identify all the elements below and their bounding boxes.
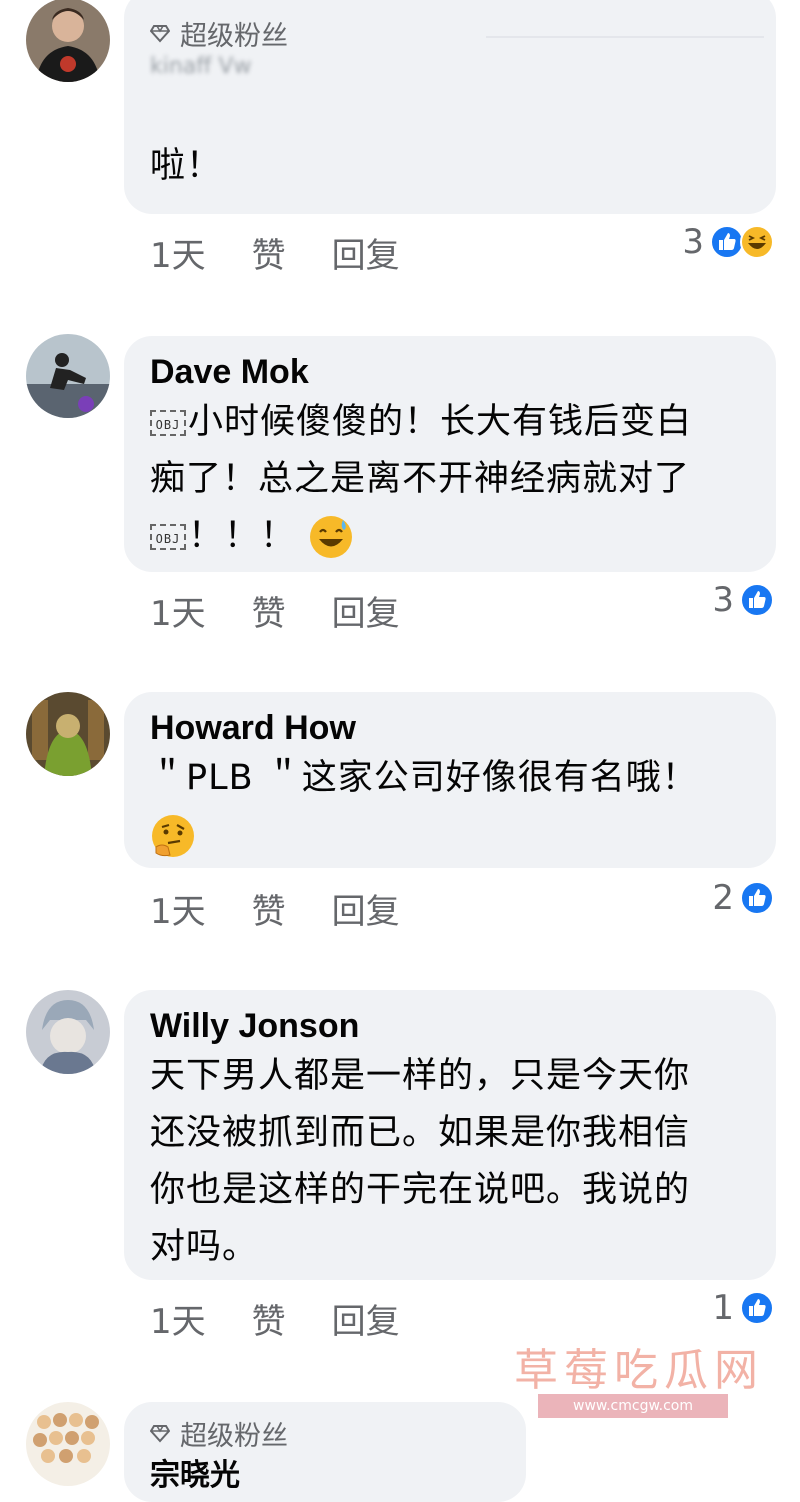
like-button[interactable]: 赞 <box>252 884 286 933</box>
divider <box>486 36 764 38</box>
comment-line: ＂PLB ＂这家公司好像很有名哦！ <box>150 758 698 798</box>
reaction-count: 3 <box>712 580 734 620</box>
like-icon <box>740 1291 774 1325</box>
comment-line: 对吗。 <box>150 1227 259 1267</box>
commenter-name[interactable]: Howard How <box>150 706 750 750</box>
commenter-name[interactable]: Willy Jonson <box>150 1004 750 1048</box>
haha-icon <box>740 225 774 259</box>
comment-bubble: 超级粉丝 kinaff Vw 啦！ <box>124 0 776 214</box>
comment-line: 还没被抓到而已。如果是你我相信 <box>150 1113 691 1153</box>
reaction-count: 3 <box>682 222 704 262</box>
reaction-count: 1 <box>712 1288 734 1328</box>
like-icon <box>710 225 744 259</box>
reply-button[interactable]: 回复 <box>332 1294 400 1343</box>
comment-actions: 1天 赞 回复 <box>150 884 446 933</box>
like-button[interactable]: 赞 <box>252 586 286 635</box>
comment-bubble: Willy Jonson 天下男人都是一样的，只是今天你 还没被抓到而已。如果是… <box>124 990 776 1280</box>
reaction-summary[interactable]: 3 <box>712 580 774 620</box>
timestamp[interactable]: 1天 <box>150 1294 206 1343</box>
comment-text <box>150 807 750 864</box>
thinking-face-emoji-icon <box>152 815 194 857</box>
comment-text: OBJ 小时候傻傻的！长大有钱后变白 <box>150 394 750 451</box>
badge-label: 超级粉丝 <box>180 1420 288 1452</box>
reaction-summary[interactable]: 2 <box>712 878 774 918</box>
timestamp[interactable]: 1天 <box>150 586 206 635</box>
comment-bubble: Howard How ＂PLB ＂这家公司好像很有名哦！ <box>124 692 776 868</box>
reaction-summary[interactable]: 1 <box>712 1288 774 1328</box>
comment-bubble: 超级粉丝 宗晓光 <box>124 1402 526 1502</box>
avatar[interactable] <box>26 692 110 776</box>
like-icon <box>740 583 774 617</box>
comment-actions: 1天 赞 回复 <box>150 586 446 635</box>
diamond-icon <box>150 1425 170 1443</box>
comment-line: 痴了！总之是离不开神经病就对了 <box>150 459 691 499</box>
comment-text: OBJ！！！ <box>150 508 750 565</box>
avatar[interactable] <box>26 990 110 1074</box>
avatar[interactable] <box>26 0 110 82</box>
comment-line: 小时候傻傻的！长大有钱后变白 <box>188 402 693 442</box>
sweat-smile-emoji-icon <box>310 516 353 558</box>
object-placeholder: OBJ <box>150 410 186 436</box>
timestamp[interactable]: 1天 <box>150 884 206 933</box>
avatar[interactable] <box>26 1402 110 1486</box>
comment-line: ！！！ <box>188 516 297 556</box>
timestamp[interactable]: 1天 <box>150 228 206 277</box>
super-fan-badge: 超级粉丝 <box>150 16 750 52</box>
comment-line: 你也是这样的干完在说吧。我说的 <box>150 1170 691 1210</box>
reply-button[interactable]: 回复 <box>332 586 400 635</box>
like-button[interactable]: 赞 <box>252 228 286 277</box>
blurred-text: kinaff Vw <box>150 54 252 79</box>
watermark-url: www.cmcgw.com <box>538 1394 728 1418</box>
reaction-count: 2 <box>712 878 734 918</box>
comment-actions: 1天 赞 回复 <box>150 228 446 277</box>
comment-line: 天下男人都是一样的，只是今天你 <box>150 1056 691 1096</box>
diamond-icon <box>150 25 170 43</box>
avatar[interactable] <box>26 334 110 418</box>
watermark-text: 草莓吃瓜网 <box>514 1345 764 1396</box>
super-fan-badge: 超级粉丝 <box>150 1416 500 1452</box>
comment-bubble: Dave Mok OBJ 小时候傻傻的！长大有钱后变白 痴了！总之是离不开神经病就… <box>124 336 776 572</box>
like-icon <box>740 881 774 915</box>
reply-button[interactable]: 回复 <box>332 884 400 933</box>
reply-button[interactable]: 回复 <box>332 228 400 277</box>
commenter-name[interactable]: Dave Mok <box>150 350 750 394</box>
badge-label: 超级粉丝 <box>180 20 288 52</box>
comment-text: 啦！ <box>150 146 223 186</box>
commenter-name[interactable]: 宗晓光 <box>150 1454 500 1498</box>
like-button[interactable]: 赞 <box>252 1294 286 1343</box>
reaction-summary[interactable]: 3 <box>682 222 774 262</box>
object-placeholder: OBJ <box>150 524 186 550</box>
comment-actions: 1天 赞 回复 <box>150 1294 446 1343</box>
